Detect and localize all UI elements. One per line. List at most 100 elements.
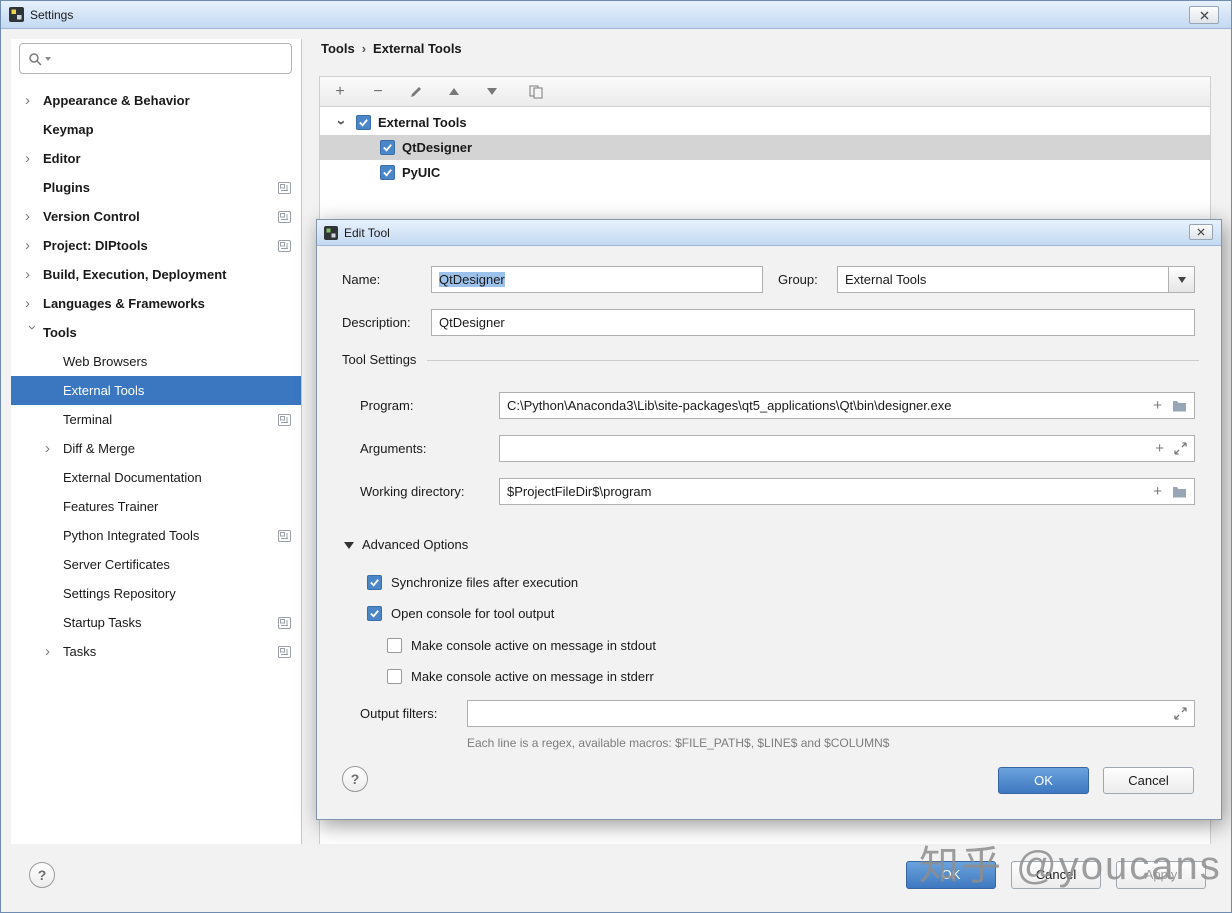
sidebar-item-plugins[interactable]: Plugins — [11, 173, 301, 202]
checkbox-checked-icon[interactable] — [380, 165, 395, 180]
breadcrumb: Tools › External Tools — [321, 41, 462, 56]
chevron-down-icon[interactable]: › — [24, 325, 41, 340]
sidebar-item-tasks[interactable]: › Tasks — [11, 637, 301, 666]
sidebar-item-external-documentation[interactable]: External Documentation — [11, 463, 301, 492]
dialog-close-button[interactable] — [1189, 224, 1213, 240]
program-input[interactable]: C:\Python\Anaconda3\Lib\site-packages\qt… — [499, 392, 1195, 419]
settings-window: Settings › Appearance & Behavior Keymap ›… — [0, 0, 1232, 913]
working-directory-label: Working directory: — [360, 484, 465, 499]
sidebar-item-appearance-behavior[interactable]: › Appearance & Behavior — [11, 86, 301, 115]
stderr-checkbox-row[interactable]: Make console active on message in stderr — [387, 664, 654, 688]
edit-tool-titlebar: Edit Tool — [317, 220, 1221, 246]
add-button[interactable]: + — [332, 83, 348, 100]
breadcrumb-external-tools: External Tools — [373, 41, 462, 56]
dialog-help-button[interactable]: ? — [342, 766, 368, 792]
open-console-checkbox-row[interactable]: Open console for tool output — [367, 601, 554, 625]
insert-macro-icon[interactable]: + — [1153, 398, 1162, 413]
chevron-right-icon[interactable]: › — [25, 238, 43, 253]
sidebar-item-python-integrated-tools[interactable]: Python Integrated Tools — [11, 521, 301, 550]
settings-sidebar: › Appearance & Behavior Keymap › Editor Pl… — [11, 39, 302, 846]
sidebar-item-server-certificates[interactable]: Server Certificates — [11, 550, 301, 579]
checkbox-checked-icon[interactable] — [356, 115, 371, 130]
edit-button[interactable] — [408, 84, 424, 100]
checkbox-checked-icon[interactable] — [367, 605, 382, 621]
settings-indicator-icon — [278, 239, 291, 252]
edit-tool-dialog: Edit Tool Name: QtDesigner Group: Extern… — [316, 219, 1222, 820]
sidebar-item-startup-tasks[interactable]: Startup Tasks — [11, 608, 301, 637]
chevron-right-icon[interactable]: › — [25, 296, 43, 311]
sidebar-item-diff-merge[interactable]: › Diff & Merge — [11, 434, 301, 463]
insert-macro-icon[interactable]: + — [1153, 484, 1162, 499]
group-combobox[interactable]: External Tools — [837, 266, 1195, 293]
tree-row-qtdesigner[interactable]: QtDesigner — [320, 135, 1210, 160]
arguments-input[interactable]: + — [499, 435, 1195, 462]
section-divider — [427, 360, 1199, 361]
search-input[interactable] — [19, 43, 292, 74]
working-directory-input[interactable]: $ProjectFileDir$\program + — [499, 478, 1195, 505]
help-button[interactable]: ? — [29, 862, 55, 888]
close-icon — [1197, 228, 1205, 236]
expand-icon[interactable] — [1174, 707, 1187, 720]
dialog-ok-button[interactable]: OK — [998, 767, 1089, 794]
name-input[interactable]: QtDesigner — [431, 266, 763, 293]
breadcrumb-tools[interactable]: Tools — [321, 41, 355, 56]
checkbox-unchecked-icon[interactable] — [387, 668, 402, 684]
sidebar-item-tools[interactable]: › Tools — [11, 318, 301, 347]
tree-row-pyuic[interactable]: PyUIC — [320, 160, 1210, 185]
checkbox-checked-icon[interactable] — [380, 140, 395, 155]
checkbox-unchecked-icon[interactable] — [387, 637, 402, 653]
tool-settings-section-title: Tool Settings — [342, 352, 417, 367]
sidebar-item-languages-frameworks[interactable]: › Languages & Frameworks — [11, 289, 301, 318]
folder-icon[interactable] — [1172, 485, 1187, 498]
checkbox-checked-icon[interactable] — [367, 574, 382, 590]
sidebar-item-editor[interactable]: › Editor — [11, 144, 301, 173]
tree-row-external-tools[interactable]: › External Tools — [320, 110, 1210, 135]
external-tools-tree: › External Tools QtDesigner PyUIC — [320, 107, 1210, 185]
chevron-right-icon[interactable]: › — [45, 441, 63, 456]
triangle-down-icon — [344, 542, 354, 549]
description-input[interactable]: QtDesigner — [431, 309, 1195, 336]
sidebar-item-web-browsers[interactable]: Web Browsers — [11, 347, 301, 376]
checkbox-label: Make console active on message in stderr — [411, 668, 654, 684]
chevron-right-icon[interactable]: › — [25, 93, 43, 108]
search-options-chevron-icon[interactable] — [45, 56, 51, 61]
close-button[interactable] — [1189, 6, 1219, 24]
pencil-icon — [411, 86, 421, 97]
settings-indicator-icon — [278, 529, 291, 542]
copy-button[interactable] — [528, 84, 544, 100]
tree-label: External Tools — [378, 115, 467, 130]
output-filters-input[interactable] — [467, 700, 1195, 727]
description-label: Description: — [342, 315, 411, 330]
move-down-button[interactable] — [484, 84, 500, 100]
advanced-options-toggle[interactable]: Advanced Options — [344, 533, 468, 557]
sidebar-item-features-trainer[interactable]: Features Trainer — [11, 492, 301, 521]
move-up-button[interactable] — [446, 84, 462, 100]
combo-dropdown-button[interactable] — [1168, 267, 1194, 292]
chevron-right-icon[interactable]: › — [25, 209, 43, 224]
sidebar-item-project-diptools[interactable]: › Project: DIPtools — [11, 231, 301, 260]
sync-files-checkbox-row[interactable]: Synchronize files after execution — [367, 570, 578, 594]
chevron-down-icon[interactable]: › — [333, 115, 350, 130]
insert-macro-icon[interactable]: + — [1155, 441, 1164, 456]
folder-icon[interactable] — [1172, 399, 1187, 412]
chevron-right-icon[interactable]: › — [45, 644, 63, 659]
expand-icon[interactable] — [1174, 442, 1187, 455]
sidebar-item-build-execution-deployment[interactable]: › Build, Execution, Deployment — [11, 260, 301, 289]
chevron-right-icon[interactable]: › — [25, 267, 43, 282]
stdout-checkbox-row[interactable]: Make console active on message in stdout — [387, 633, 656, 657]
sidebar-item-version-control[interactable]: › Version Control — [11, 202, 301, 231]
description-value: QtDesigner — [439, 315, 505, 330]
external-tools-toolbar: + − — [320, 77, 1210, 107]
settings-app-icon — [9, 7, 24, 22]
settings-indicator-icon — [278, 616, 291, 629]
sidebar-item-terminal[interactable]: Terminal — [11, 405, 301, 434]
window-title: Settings — [30, 7, 74, 22]
remove-button[interactable]: − — [370, 83, 386, 100]
output-filters-label: Output filters: — [360, 706, 438, 721]
chevron-right-icon[interactable]: › — [25, 151, 43, 166]
sidebar-item-external-tools[interactable]: External Tools — [11, 376, 301, 405]
sidebar-item-settings-repository[interactable]: Settings Repository — [11, 579, 301, 608]
sidebar-item-keymap[interactable]: Keymap — [11, 115, 301, 144]
dialog-cancel-button[interactable]: Cancel — [1103, 767, 1194, 794]
settings-indicator-icon — [278, 413, 291, 426]
